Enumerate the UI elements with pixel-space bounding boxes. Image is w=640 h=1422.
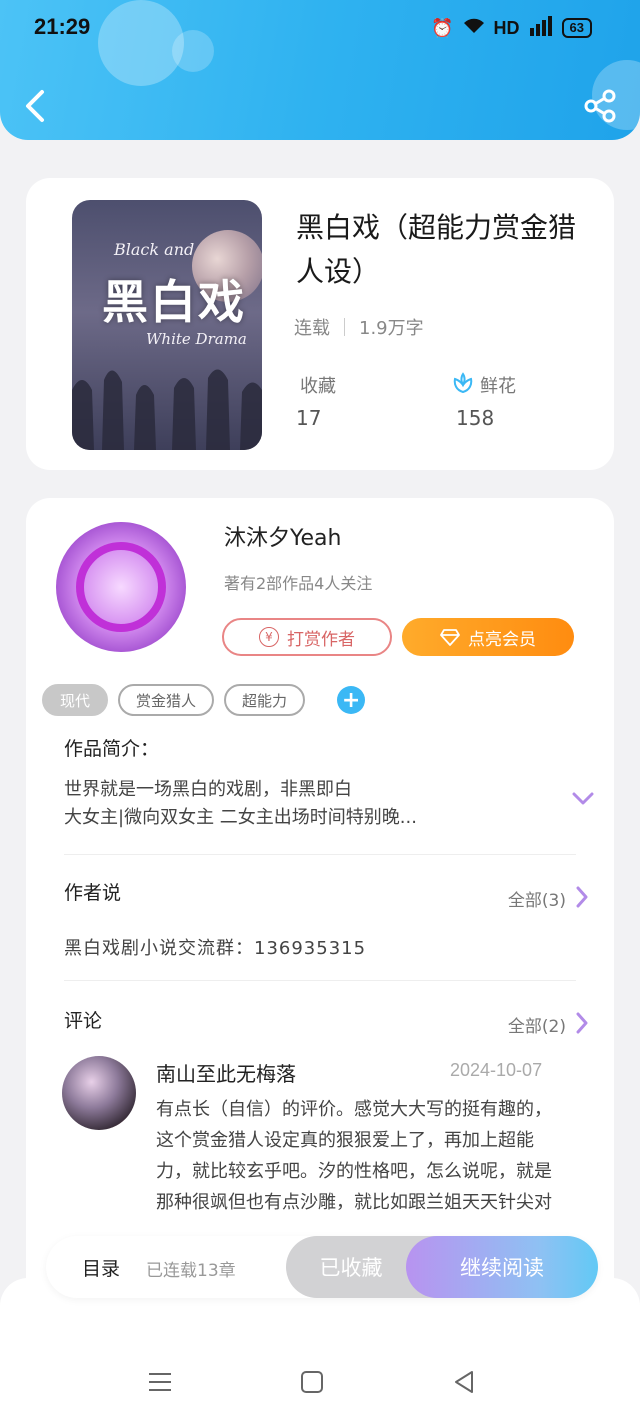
author-says-title: 作者说 [64, 882, 122, 904]
cover-text-en2: White Drama [146, 330, 247, 348]
book-info-card: Black and 黑白戏 White Drama 黑白戏（超能力赏金猎人设） … [26, 178, 614, 470]
book-title: 黑白戏（超能力赏金猎人设） [296, 211, 577, 288]
collect-label: 收藏 [300, 376, 336, 397]
app-header: 21:29 ⏰ HD 63 [0, 0, 640, 140]
tag-list: 现代 赏金猎人 超能力 + [42, 684, 366, 716]
add-tag-button[interactable]: + [337, 686, 366, 714]
tip-author-button[interactable]: ¥ 打赏作者 [222, 618, 392, 656]
author-avatar[interactable] [56, 522, 186, 652]
book-cover[interactable]: Black and 黑白戏 White Drama [72, 200, 262, 450]
intro-title: 作品简介： [64, 738, 160, 760]
decor-bubble [172, 30, 214, 72]
vip-button[interactable]: 点亮会员 [402, 618, 574, 656]
signal-icon [528, 15, 554, 41]
tag-item[interactable]: 现代 [42, 684, 109, 716]
decor-bubble [98, 0, 184, 86]
flower-icon [453, 372, 473, 394]
wifi-icon [462, 17, 486, 40]
yen-icon: ¥ [259, 627, 279, 647]
book-meta: 连载 1.9万字 [294, 314, 424, 340]
home-icon[interactable] [298, 1368, 326, 1396]
chevron-right-icon[interactable] [576, 886, 588, 908]
alarm-icon: ⏰ [431, 17, 454, 38]
status-icons: ⏰ HD 63 [431, 14, 592, 42]
comment-date: 2024-10-07 [450, 1060, 543, 1080]
comment-text[interactable]: 有点长（自信）的评价。感觉大大写的挺有趣的，这个赏金猎人设定真的狠狠爱上了，再加… [156, 1094, 566, 1222]
flower-count: 158 [456, 406, 495, 430]
author-says-all-link[interactable]: 全部(3) [508, 886, 566, 911]
diamond-icon [440, 629, 460, 646]
tip-author-label: 打赏作者 [287, 629, 355, 650]
divider [64, 854, 576, 855]
chevron-down-icon[interactable] [572, 792, 594, 806]
tag-item[interactable]: 赏金猎人 [118, 684, 215, 716]
back-icon[interactable] [20, 86, 50, 126]
book-status: 连载 [294, 318, 330, 339]
comments-all-link[interactable]: 全部(2) [508, 1012, 566, 1037]
avatar-decor [76, 542, 166, 632]
system-nav-area [0, 1278, 640, 1422]
vip-label: 点亮会员 [468, 629, 536, 650]
battery-icon: 63 [561, 18, 592, 38]
toc-button[interactable]: 目录 [82, 1254, 120, 1281]
cover-text-cn: 黑白戏 [102, 275, 246, 329]
collect-count: 17 [296, 406, 322, 430]
intro-line: 大女主|微向双女主 二女主出场时间特别晚... [64, 807, 417, 828]
back-nav-icon[interactable] [450, 1368, 478, 1396]
network-label: HD [493, 17, 520, 38]
chevron-right-icon[interactable] [576, 1012, 588, 1034]
tag-item[interactable]: 超能力 [224, 684, 306, 716]
menu-icon[interactable] [146, 1368, 174, 1396]
intro-text: 世界就是一场黑白的戏剧，非黑即白 大女主|微向双女主 二女主出场时间特别晚... [64, 776, 544, 832]
comments-title: 评论 [64, 1010, 103, 1032]
commenter-avatar[interactable] [62, 1056, 136, 1130]
share-icon[interactable] [582, 88, 618, 124]
divider [64, 980, 576, 981]
cover-trees [72, 369, 262, 450]
cover-text-en1: Black and [114, 240, 195, 259]
status-time: 21:29 [34, 14, 91, 39]
author-says-content: 黑白戏剧小说交流群：136935315 [64, 938, 367, 959]
author-name[interactable]: 沐沐夕Yeah [224, 520, 341, 552]
author-stats: 著有2部作品4人关注 [224, 574, 373, 593]
meta-divider [344, 318, 345, 336]
toc-chapter-count: 已连载13章 [146, 1261, 236, 1281]
commenter-name[interactable]: 南山至此无梅落 [156, 1058, 296, 1087]
continue-reading-button[interactable]: 继续阅读 [406, 1236, 598, 1298]
flower-label: 鲜花 [480, 376, 516, 397]
book-word-count: 1.9万字 [359, 318, 424, 339]
bottom-action-bar: 目录 已连载13章 已收藏 继续阅读 [46, 1236, 598, 1298]
intro-line: 世界就是一场黑白的戏剧，非黑即白 [64, 779, 352, 800]
